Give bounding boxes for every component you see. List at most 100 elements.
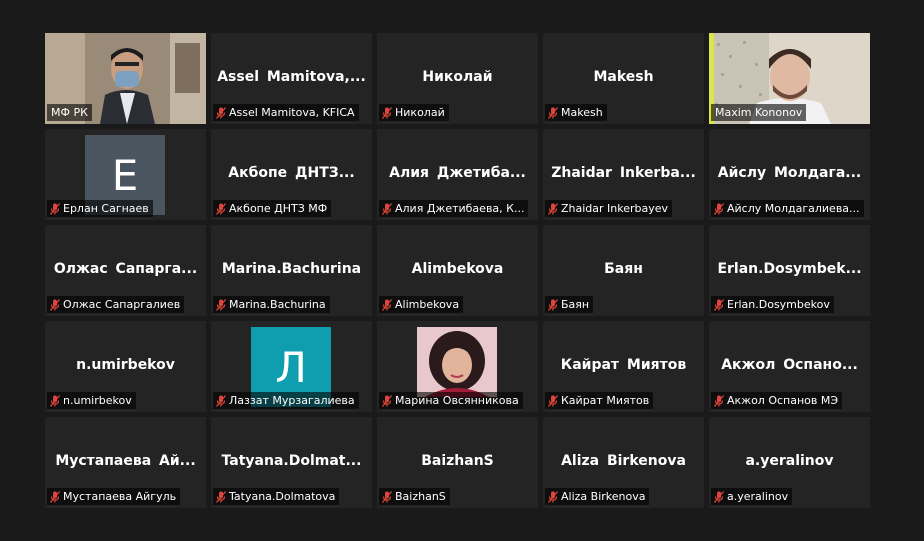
muted-mic-icon xyxy=(50,202,60,215)
participant-tile[interactable]: Zhaidar Inkerba... Zhaidar Inkerbayev xyxy=(543,129,704,220)
muted-mic-icon xyxy=(382,490,392,503)
participant-display-name: Erlan.Dosymbek... xyxy=(717,261,862,277)
participant-tile[interactable]: a.yeralinov a.yeralinov xyxy=(709,417,870,508)
participant-tile[interactable]: Л Лаззат Мурзагалиева xyxy=(211,321,372,412)
participant-tile[interactable]: Айслу Молдага... Айслу Молдагалиева... xyxy=(709,129,870,220)
participant-display-name: Акжол Оспано... xyxy=(721,357,858,373)
participant-tile[interactable]: Alimbekova Alimbekova xyxy=(377,225,538,316)
participant-tile[interactable]: Кайрат Миятов Кайрат Миятов xyxy=(543,321,704,412)
name-tag: Акбопе ДНТЗ МФ xyxy=(213,200,332,217)
participant-tile[interactable]: Акбопе ДНТЗ... Акбопе ДНТЗ МФ xyxy=(211,129,372,220)
participant-name-label: Лаззат Мурзагалиева xyxy=(229,394,355,407)
name-tag: Erlan.Dosymbekov xyxy=(711,296,834,313)
participant-tile[interactable]: n.umirbekov n.umirbekov xyxy=(45,321,206,412)
participant-tile[interactable]: Aliza Birkenova Aliza Birkenova xyxy=(543,417,704,508)
muted-mic-icon xyxy=(714,202,724,215)
participant-name-label: Кайрат Миятов xyxy=(561,394,650,407)
muted-mic-icon xyxy=(216,106,226,119)
participant-display-name: Баян xyxy=(604,261,643,277)
participant-name-label: Николай xyxy=(395,106,445,119)
muted-mic-icon xyxy=(548,298,558,311)
name-tag: Николай xyxy=(379,104,449,121)
participant-display-name: Makesh xyxy=(593,69,654,85)
name-tag: Алия Джетибаева, К... xyxy=(379,200,529,217)
name-tag: n.umirbekov xyxy=(47,392,136,409)
participant-tile[interactable]: Assel Mamitova,... Assel Mamitova, KFICA xyxy=(211,33,372,124)
muted-mic-icon xyxy=(50,394,60,407)
participant-display-name: Zhaidar Inkerba... xyxy=(551,165,696,181)
participant-tile[interactable]: Мустапаева Ай... Мустапаева Айгуль xyxy=(45,417,206,508)
name-tag: Марина Овсянникова xyxy=(379,392,523,409)
name-tag: Aliza Birkenova xyxy=(545,488,650,505)
participant-tile[interactable]: BaizhanS BaizhanS xyxy=(377,417,538,508)
participant-display-name: Alimbekova xyxy=(411,261,504,277)
muted-mic-icon xyxy=(216,490,226,503)
participant-display-name: Кайрат Миятов xyxy=(560,357,687,373)
name-tag: Лаззат Мурзагалиева xyxy=(213,392,359,409)
participant-tile[interactable]: Баян Баян xyxy=(543,225,704,316)
muted-mic-icon xyxy=(714,490,724,503)
avatar-photo xyxy=(417,327,497,397)
name-tag: Zhaidar Inkerbayev xyxy=(545,200,673,217)
participant-name-label: Акбопе ДНТЗ МФ xyxy=(229,202,328,215)
name-tag: Assel Mamitova, KFICA xyxy=(213,104,359,121)
participant-tile[interactable]: Марина Овсянникова xyxy=(377,321,538,412)
participant-display-name: Олжас Сапарга... xyxy=(53,261,198,277)
participant-name-label: Makesh xyxy=(561,106,603,119)
muted-mic-icon xyxy=(382,394,392,407)
participant-display-name: Tatyana.Dolmat... xyxy=(221,453,362,469)
participant-name-label: Мустапаева Айгуль xyxy=(63,490,177,503)
name-tag: Makesh xyxy=(545,104,607,121)
participant-name-label: Марина Овсянникова xyxy=(395,394,519,407)
participant-name-label: МФ РК xyxy=(51,106,88,119)
name-tag: Marina.Bachurina xyxy=(213,296,330,313)
participant-gallery: МФ РК Assel Mamitova,... Assel Mamitova, K… xyxy=(45,33,870,508)
participant-tile[interactable]: Erlan.Dosymbek... Erlan.Dosymbekov xyxy=(709,225,870,316)
muted-mic-icon xyxy=(714,298,724,311)
participant-display-name: Алия Джетиба... xyxy=(389,165,526,181)
participant-tile[interactable]: Marina.Bachurina Marina.Bachurina xyxy=(211,225,372,316)
participant-display-name: Мустапаева Ай... xyxy=(55,453,196,469)
participant-name-label: Ерлан Сагнаев xyxy=(63,202,149,215)
participant-tile[interactable]: Акжол Оспано... Акжол Оспанов МЭ xyxy=(709,321,870,412)
name-tag: Мустапаева Айгуль xyxy=(47,488,181,505)
participant-name-label: Zhaidar Inkerbayev xyxy=(561,202,669,215)
muted-mic-icon xyxy=(216,202,226,215)
muted-mic-icon xyxy=(50,298,60,311)
participant-tile[interactable]: Maxim Kononov xyxy=(709,33,870,124)
participant-name-label: Maxim Kononov xyxy=(715,106,803,119)
name-tag: a.yeralinov xyxy=(711,488,793,505)
name-tag: МФ РК xyxy=(47,104,92,121)
participant-tile[interactable]: Tatyana.Dolmat... Tatyana.Dolmatova xyxy=(211,417,372,508)
name-tag: Олжас Сапаргалиев xyxy=(47,296,185,313)
participant-display-name: Marina.Bachurina xyxy=(221,261,362,277)
participant-tile[interactable]: Makesh Makesh xyxy=(543,33,704,124)
participant-tile[interactable]: Олжас Сапарга... Олжас Сапаргалиев xyxy=(45,225,206,316)
muted-mic-icon xyxy=(714,394,724,407)
participant-name-label: Aliza Birkenova xyxy=(561,490,646,503)
participant-tile[interactable]: МФ РК xyxy=(45,33,206,124)
muted-mic-icon xyxy=(50,490,60,503)
participant-name-label: n.umirbekov xyxy=(63,394,132,407)
participant-tile[interactable]: Алия Джетиба... Алия Джетибаева, К... xyxy=(377,129,538,220)
participant-tile[interactable]: E Ерлан Сагнаев xyxy=(45,129,206,220)
participant-display-name: Акбопе ДНТЗ... xyxy=(228,165,355,181)
participant-name-label: a.yeralinov xyxy=(727,490,789,503)
name-tag: Айслу Молдагалиева... xyxy=(711,200,864,217)
participant-name-label: Assel Mamitova, KFICA xyxy=(229,106,355,119)
muted-mic-icon xyxy=(548,106,558,119)
name-tag: BaizhanS xyxy=(379,488,450,505)
muted-mic-icon xyxy=(548,202,558,215)
participant-name-label: Tatyana.Dolmatova xyxy=(229,490,336,503)
name-tag: Кайрат Миятов xyxy=(545,392,654,409)
participant-name-label: Erlan.Dosymbekov xyxy=(727,298,830,311)
participant-tile[interactable]: Николай Николай xyxy=(377,33,538,124)
participant-name-label: Баян xyxy=(561,298,590,311)
muted-mic-icon xyxy=(382,106,392,119)
name-tag: Tatyana.Dolmatova xyxy=(213,488,340,505)
participant-name-label: Marina.Bachurina xyxy=(229,298,326,311)
muted-mic-icon xyxy=(548,490,558,503)
participant-name-label: Акжол Оспанов МЭ xyxy=(727,394,839,407)
muted-mic-icon xyxy=(382,202,392,215)
muted-mic-icon xyxy=(382,298,392,311)
